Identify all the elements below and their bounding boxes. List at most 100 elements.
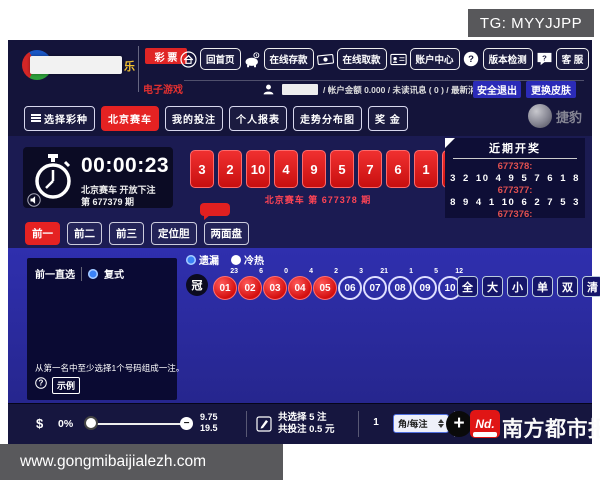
chat-bubble-icon: ?	[536, 51, 553, 68]
svg-text:?: ?	[39, 379, 44, 388]
edit-icon	[256, 416, 272, 437]
draw-number: 5	[330, 150, 354, 188]
tab-prize[interactable]: 奖 金	[368, 106, 408, 131]
miss-radio-option[interactable]: 遗漏	[186, 252, 219, 267]
number-ball-01[interactable]: 01	[213, 276, 237, 300]
rebate-percent: 0%	[58, 418, 73, 430]
bet-tab-first[interactable]: 前一	[25, 222, 60, 245]
bet-mode-panel: 前一直选 复式 从第一名中至少选择1个号码组成一注。 ? 示例	[27, 258, 177, 400]
total-amount: 共投注 0.5 元	[278, 424, 335, 435]
compound-radio[interactable]	[88, 269, 98, 279]
number-ball-03[interactable]: 03	[263, 276, 287, 300]
account-info-text: / 帐户金额 0.000 / 未读讯息 ( 0 ) / 最新消息	[323, 84, 485, 96]
multiplier-input[interactable]: 1	[368, 417, 384, 428]
example-button[interactable]: 示例	[52, 377, 80, 394]
home-icon[interactable]	[180, 51, 197, 68]
miss-label: 遗漏	[199, 252, 219, 267]
bet-mode-label: 前一直选	[35, 266, 75, 281]
rank-row-label: 冠	[186, 274, 208, 296]
stat-mode-radios: 遗漏 冷热	[186, 252, 264, 267]
divider	[81, 267, 82, 281]
account-info-row: / 帐户金额 0.000 / 未读讯息 ( 0 ) / 最新消息	[260, 82, 485, 97]
svg-text:?: ?	[468, 54, 474, 65]
collapse-corner-icon[interactable]	[445, 138, 455, 148]
svg-text:?: ?	[542, 54, 547, 63]
draw-number: 4	[274, 150, 298, 188]
miss-count: 12	[455, 268, 463, 275]
select-all-button[interactable]: 全	[457, 276, 478, 297]
draw-number: 3	[190, 150, 214, 188]
nav-service-button[interactable]: 客 服	[556, 48, 590, 70]
bet-tab-position[interactable]: 定位胆	[151, 222, 197, 245]
nav-withdraw-button[interactable]: 在线取款	[337, 48, 387, 70]
recent-numbers: 3 2 10 4 9 5 7 6 1 8	[445, 172, 585, 185]
username-censor-blob	[282, 84, 318, 95]
bet-tab-first-two[interactable]: 前二	[67, 222, 102, 245]
tab-my-bets[interactable]: 我的投注	[165, 106, 223, 131]
countdown-time: 00:00:23	[81, 154, 169, 178]
change-skin-button[interactable]: 更换皮肤	[526, 81, 576, 98]
countdown-period: 第 677379 期	[81, 195, 134, 208]
tab-label: 选择彩种	[44, 111, 88, 126]
rebate-slider-handle[interactable]	[84, 416, 98, 430]
miss-count: 23	[230, 268, 238, 275]
nav-account-button[interactable]: 账户中心	[410, 48, 460, 70]
divider	[453, 158, 577, 159]
unit-select[interactable]: 角/每注	[393, 414, 449, 433]
recent-period: 677377:	[445, 185, 585, 196]
bet-tab-first-three[interactable]: 前三	[109, 222, 144, 245]
nav-home-button[interactable]: 回首页	[200, 48, 241, 70]
logout-button[interactable]: 安全退出	[473, 81, 521, 98]
category-egames-button[interactable]: 电子游戏	[143, 81, 183, 96]
menu-icon	[31, 114, 41, 116]
recent-draws-title: 近期开奖	[445, 140, 585, 156]
draw-number: 7	[358, 150, 382, 188]
bet-tab-two-sides[interactable]: 两面盘	[204, 222, 250, 245]
clear-button[interactable]: 清	[582, 276, 600, 297]
number-ball-05[interactable]: 05	[313, 276, 337, 300]
tab-lottery-select[interactable]: 选择彩种	[24, 106, 95, 131]
bet-footer-bar: $ 0% − 9.75 19.5 共选择 5 注 共投注 0.5 元 1 角/每…	[8, 403, 592, 444]
speaker-icon[interactable]	[27, 193, 41, 212]
select-even-button[interactable]: 双	[557, 276, 578, 297]
compound-label: 复式	[104, 266, 124, 281]
user-icon	[260, 81, 277, 98]
hotcold-radio[interactable]	[231, 255, 241, 265]
recent-period: 677378:	[445, 161, 585, 172]
unit-select-value: 角/每注	[398, 417, 428, 430]
watermark-plus-icon: +	[446, 411, 472, 437]
draw-number: 2	[218, 150, 242, 188]
number-ball-06[interactable]: 06	[338, 276, 362, 300]
help-icon[interactable]: ?	[35, 376, 47, 394]
select-small-button[interactable]: 小	[507, 276, 528, 297]
number-ball-07[interactable]: 07	[363, 276, 387, 300]
watermark-text: 南方都市报	[502, 413, 600, 443]
nav-version-button[interactable]: 版本检测	[483, 48, 533, 70]
select-odd-button[interactable]: 单	[532, 276, 553, 297]
number-ball-09[interactable]: 09	[413, 276, 437, 300]
tab-personal-report[interactable]: 个人报表	[229, 106, 287, 131]
minus-button[interactable]: −	[180, 417, 193, 430]
watermark-logo-banner	[473, 432, 497, 437]
number-ball-04[interactable]: 04	[288, 276, 312, 300]
currency-symbol: $	[36, 416, 43, 431]
number-ball-02[interactable]: 02	[238, 276, 262, 300]
tab-trend-chart[interactable]: 走势分布图	[293, 106, 362, 131]
brand-logo: 捷豹	[528, 104, 582, 128]
notification-bubble	[200, 203, 230, 216]
watermark-logo: Nd.	[470, 410, 500, 438]
app-window: 乐 彩 票 电子游戏 回首页 在线存款 在线取款 账户中心 ? 版本检测 ? 客…	[8, 40, 592, 443]
divider	[246, 411, 247, 437]
number-ball-08[interactable]: 08	[388, 276, 412, 300]
bet-hint-text: 从第一名中至少选择1个号码组成一注。	[35, 362, 184, 374]
tab-beijing-racing[interactable]: 北京赛车	[101, 106, 159, 131]
draw-number: 6	[386, 150, 410, 188]
miss-radio[interactable]	[186, 255, 196, 265]
divider	[184, 80, 584, 81]
nav-deposit-button[interactable]: 在线存款	[264, 48, 314, 70]
page: { "overlay": { "tg_label": "TG: MYYJJPP"…	[0, 0, 600, 480]
select-big-button[interactable]: 大	[482, 276, 503, 297]
hotcold-radio-option[interactable]: 冷热	[231, 252, 264, 267]
recent-numbers: 8 9 4 1 10 6 2 7 5 3	[445, 196, 585, 209]
draw-number: 1	[414, 150, 438, 188]
